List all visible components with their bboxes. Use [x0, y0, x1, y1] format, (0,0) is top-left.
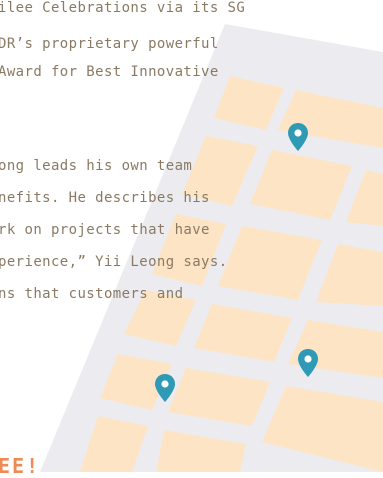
section-heading: EE! [0, 454, 41, 478]
paragraph-line: nefits. He describes his [0, 190, 210, 206]
article-text: ilee Celebrations via its SG DR’s propri… [0, 0, 383, 472]
paragraph-line: DR’s proprietary powerful [0, 36, 219, 52]
paragraph-line: Award for Best Innovative [0, 64, 219, 80]
paragraph-line: ong leads his own team [0, 158, 193, 174]
paragraph-line: ns that customers and [0, 286, 184, 302]
paragraph-line: perience,” Yii Leong says. [0, 254, 228, 270]
paragraph-line: rk on projects that have [0, 222, 210, 238]
paragraph-line: ilee Celebrations via its SG [0, 0, 246, 16]
